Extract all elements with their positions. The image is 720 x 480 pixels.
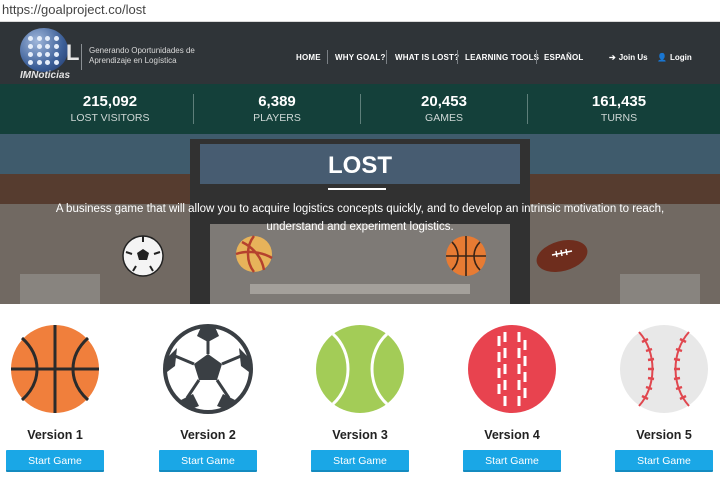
- stat-turns: 161,435 TURNS: [591, 93, 647, 124]
- version-label: Version 1: [27, 428, 83, 442]
- stat-divider: [527, 94, 528, 124]
- start-game-button-3[interactable]: Start Game: [311, 450, 409, 472]
- site-header: L IMNoticias Generando Oportunidades de …: [0, 22, 720, 84]
- tennis-ball-icon: [316, 325, 404, 413]
- version-card-4[interactable]: [462, 322, 562, 416]
- version-label: Version 2: [180, 428, 236, 442]
- login-link[interactable]: 👤 Login: [657, 53, 692, 62]
- cricket-ball-icon: [468, 325, 556, 413]
- volleyball-icon: [235, 235, 273, 273]
- football-icon: [536, 240, 588, 272]
- version-card-3[interactable]: [310, 322, 410, 416]
- hero-description: A business game that will allow you to a…: [55, 203, 665, 233]
- url-text[interactable]: https://goalproject.co/lost: [2, 2, 146, 17]
- start-game-button-5[interactable]: Start Game: [615, 450, 713, 472]
- nav-learning-tools[interactable]: LEARNING TOOLS: [465, 53, 539, 62]
- version-card-5[interactable]: [614, 322, 714, 416]
- hero-banner: LOST A business game that will allow you…: [0, 134, 720, 304]
- stats-bar: 215,092 LOST VISITORS 6,389 PLAYERS 20,4…: [0, 84, 720, 134]
- baseball-icon: [620, 325, 708, 413]
- start-game-button-4[interactable]: Start Game: [463, 450, 561, 472]
- basketball-icon: [446, 236, 486, 276]
- stat-divider: [193, 94, 194, 124]
- site-logo[interactable]: L IMNoticias: [20, 28, 79, 81]
- stat-divider: [360, 94, 361, 124]
- stat-games: 20,453 GAMES: [421, 93, 467, 124]
- hero-title: LOST: [328, 152, 392, 179]
- logo-letter: L: [66, 40, 80, 65]
- nav-what-is-lost[interactable]: WHAT IS LOST?: [395, 53, 459, 62]
- hero-underline: [328, 188, 386, 190]
- logo-divider: [81, 44, 82, 70]
- stat-visitors: 215,092 LOST VISITORS: [70, 93, 150, 124]
- nav-divider: [457, 50, 458, 64]
- user-icon: 👤: [657, 53, 667, 62]
- logo-text: IMNoticias: [20, 70, 71, 81]
- version-label: Version 5: [636, 428, 692, 442]
- nav-home[interactable]: HOME: [296, 53, 321, 62]
- version-label: Version 3: [332, 428, 388, 442]
- basketball-icon: [11, 325, 99, 413]
- site-tagline: Generando Oportunidades de Aprendizaje e…: [89, 46, 195, 65]
- nav-divider: [536, 50, 537, 64]
- nav-espanol[interactable]: ESPAÑOL: [544, 53, 583, 62]
- address-bar[interactable]: https://goalproject.co/lost: [0, 0, 720, 22]
- version-card-1[interactable]: [5, 322, 105, 416]
- sign-in-icon: ➔: [609, 53, 616, 62]
- soccer-ball-icon: [122, 235, 164, 277]
- join-us-link[interactable]: ➔ Join Us: [609, 53, 648, 62]
- start-game-button-2[interactable]: Start Game: [159, 450, 257, 472]
- nav-divider: [327, 50, 328, 64]
- stat-players: 6,389 PLAYERS: [253, 93, 301, 124]
- soccer-ball-icon: [163, 324, 253, 414]
- start-game-button-1[interactable]: Start Game: [6, 450, 104, 472]
- nav-divider: [386, 50, 387, 64]
- version-card-2[interactable]: [158, 322, 258, 416]
- version-label: Version 4: [484, 428, 540, 442]
- nav-why-goal[interactable]: WHY GOAL?: [335, 53, 386, 62]
